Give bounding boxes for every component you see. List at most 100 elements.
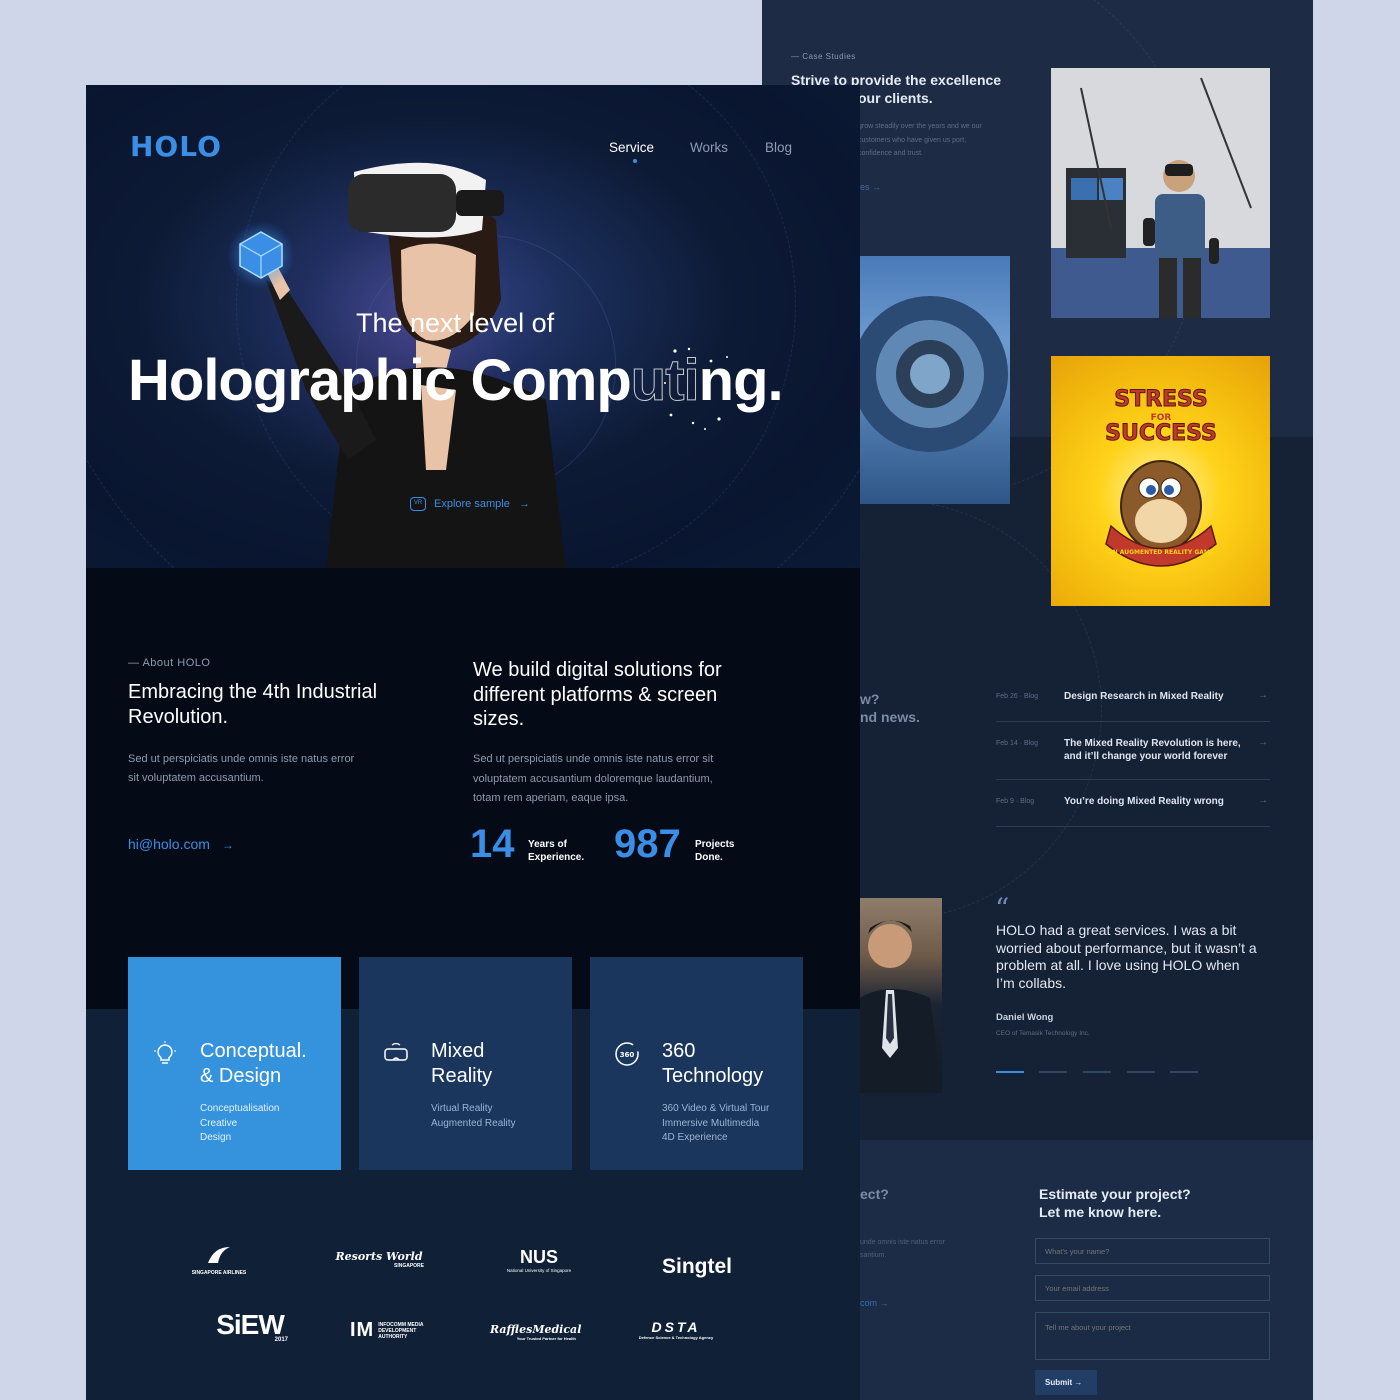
arrow-right-icon[interactable]: →	[1258, 795, 1268, 806]
partner-sub: INFOCOMM MEDIA DEVELOPMENT AUTHORITY	[378, 1321, 424, 1340]
singtel-logo: Singtel	[661, 1255, 732, 1278]
estimate-title: Estimate your project? Let me know here.	[1039, 1186, 1191, 1221]
about-desc: Sed ut perspiciatis unde omnis iste natu…	[128, 753, 355, 784]
dsta-logo: DSTA Defence Science & Technology Agency	[636, 1319, 716, 1340]
service-lines: Conceptualisation Creative Design	[200, 1102, 341, 1146]
about-label: — About HOLO	[128, 657, 211, 669]
news-heading: w? nd news.	[860, 690, 920, 726]
estimate-title-line: Let me know here.	[1039, 1203, 1162, 1220]
arrow-right-icon[interactable]: →	[519, 498, 530, 510]
build-desc: Sed ut perspiciatis unde omnis iste natu…	[473, 753, 714, 804]
estimate-side-link[interactable]: com →	[860, 1298, 889, 1308]
360-icon: 360	[615, 1042, 639, 1066]
partner-sub: SINGAPORE	[393, 1263, 424, 1269]
explore-sample-link[interactable]: VR Explore sample →	[410, 497, 530, 511]
vr-lab-photo[interactable]	[1051, 68, 1270, 318]
lightbulb-icon	[154, 1041, 176, 1064]
service-line: Creative	[200, 1117, 238, 1129]
submit-button[interactable]: Submit →	[1035, 1370, 1097, 1395]
bird-icon	[208, 1247, 230, 1263]
partner-name: SINGAPORE AIRLINES	[191, 1270, 247, 1276]
news-item[interactable]: Feb 9 · Blog You’re doing Mixed Reality …	[996, 791, 1270, 827]
nav-service[interactable]: Service	[609, 140, 654, 155]
testimonial-text: HOLO had a great services. I was a bit w…	[996, 922, 1257, 991]
hero-section: HOLO Service Works Blog The next level o…	[86, 85, 860, 568]
stat-label-line: Years of	[528, 839, 567, 850]
stat-label-line: Done.	[695, 851, 723, 863]
partner-sub: National University of Singapore	[506, 1268, 572, 1273]
arrow-right-icon[interactable]: →	[1258, 690, 1268, 701]
nav-active-indicator	[633, 159, 637, 163]
news-item[interactable]: Feb 14 · Blog The Mixed Reality Revoluti…	[996, 733, 1270, 780]
arrow-right-icon[interactable]: →	[222, 838, 234, 852]
particle-decor	[664, 347, 738, 430]
email-link[interactable]: hi@holo.com →	[128, 836, 234, 852]
hologram-cube-icon	[227, 221, 295, 289]
service-title-line: Technology	[662, 1064, 764, 1087]
project-field[interactable]	[1035, 1312, 1270, 1360]
news-title[interactable]: You’re doing Mixed Reality wrong	[1064, 796, 1249, 809]
name-field[interactable]	[1035, 1238, 1270, 1264]
service-line: Augmented Reality	[431, 1117, 516, 1129]
service-title: Conceptual. & Design	[200, 1039, 341, 1088]
stat-projects-label: Projects Done.	[695, 839, 734, 864]
partner-sub: Your Trusted Partner for Health	[516, 1336, 576, 1341]
email-field[interactable]	[1035, 1275, 1270, 1301]
news-title[interactable]: Design Research in Mixed Reality	[1064, 691, 1249, 704]
arrow-right-icon[interactable]: →	[1258, 737, 1268, 748]
resorts-world-logo: Resorts World SINGAPORE	[334, 1250, 424, 1269]
service-line: Conceptualisation	[200, 1103, 280, 1114]
carousel-dot[interactable]	[1083, 1071, 1111, 1073]
service-title-line: Mixed	[431, 1040, 485, 1062]
nav-works[interactable]: Works	[690, 140, 728, 155]
game-title-bottom: SUCCESS	[1105, 421, 1217, 446]
stat-years-label: Years of Experience.	[528, 839, 584, 864]
carousel-dot[interactable]	[1127, 1071, 1155, 1073]
service-card-360[interactable]: 360 360 Technology 360 Video & Virtual To…	[590, 957, 803, 1170]
carousel-dot[interactable]	[1170, 1071, 1198, 1073]
service-title: Mixed Reality	[431, 1039, 572, 1088]
testimonial-role: CEO of Temasik Technology Inc.	[996, 1030, 1090, 1037]
service-line: Virtual Reality	[431, 1103, 493, 1114]
partner-sub: Defence Science & Technology Agency	[638, 1335, 714, 1340]
nus-logo: NUS National University of Singapore	[504, 1247, 574, 1273]
stat-label-line: Projects	[695, 839, 735, 850]
singapore-airlines-logo: SINGAPORE AIRLINES	[184, 1245, 254, 1276]
holo-logo[interactable]: HOLO	[130, 130, 222, 163]
explore-sample-label[interactable]: Explore sample	[434, 498, 510, 510]
vr-headset-icon	[384, 1042, 408, 1061]
carousel-dot[interactable]	[1039, 1071, 1067, 1073]
stat-projects-value: 987	[614, 822, 681, 866]
service-title: 360 Technology	[662, 1039, 803, 1088]
service-title-line: Conceptual.	[200, 1040, 307, 1062]
testimonial-name: Daniel Wong	[996, 1012, 1054, 1023]
case-studies-label: — Case Studies	[791, 52, 856, 61]
estimate-side-desc: unde omnis iste natus error santium.	[860, 1239, 945, 1259]
siew-logo: SiEW 2017	[212, 1309, 288, 1343]
news-date: Feb 9 · Blog	[996, 798, 1035, 805]
raffles-medical-logo: RafflesMedical Your Trusted Partner for …	[490, 1323, 582, 1341]
service-line: 4D Experience	[662, 1132, 728, 1143]
email-address[interactable]: hi@holo.com	[128, 836, 210, 852]
game-title-top: STRESS	[1114, 387, 1208, 412]
partner-name: Resorts World	[335, 1250, 423, 1263]
nav-blog[interactable]: Blog	[765, 140, 792, 155]
testimonial-photo	[860, 898, 942, 1093]
estimate-title-line: Estimate your project?	[1039, 1186, 1191, 1202]
service-card-mixed-reality[interactable]: Mixed Reality Virtual Reality Augmented R…	[359, 957, 572, 1170]
imda-logo: IM INFOCOMM MEDIA DEVELOPMENT AUTHORITY	[350, 1319, 436, 1342]
service-title-line: & Design	[200, 1064, 282, 1087]
tiny-planet-photo[interactable]	[860, 256, 1010, 504]
game-ribbon-text: AN AUGMENTED REALITY GAME	[1108, 549, 1214, 556]
case-studies-desc: grow steadily over the years and we our …	[858, 123, 982, 157]
hero-subtitle: The next level of	[356, 308, 555, 338]
case-studies-link[interactable]: ies →	[858, 182, 881, 192]
carousel-dot-active[interactable]	[996, 1071, 1024, 1073]
news-title[interactable]: The Mixed Reality Revolution is here, an…	[1064, 738, 1249, 763]
news-item[interactable]: Feb 26 · Blog Design Research in Mixed R…	[996, 686, 1270, 722]
build-title: We build digital solutions for different…	[473, 659, 722, 730]
partner-name: RafflesMedical	[490, 1323, 582, 1336]
partner-name: DSTA	[651, 1319, 701, 1335]
stress-for-success-poster[interactable]: STRESS FOR SUCCESS AN AUGMENTED REALITY …	[1051, 356, 1270, 606]
service-card-conceptual[interactable]: Conceptual. & Design Conceptualisation Cr…	[128, 957, 341, 1170]
